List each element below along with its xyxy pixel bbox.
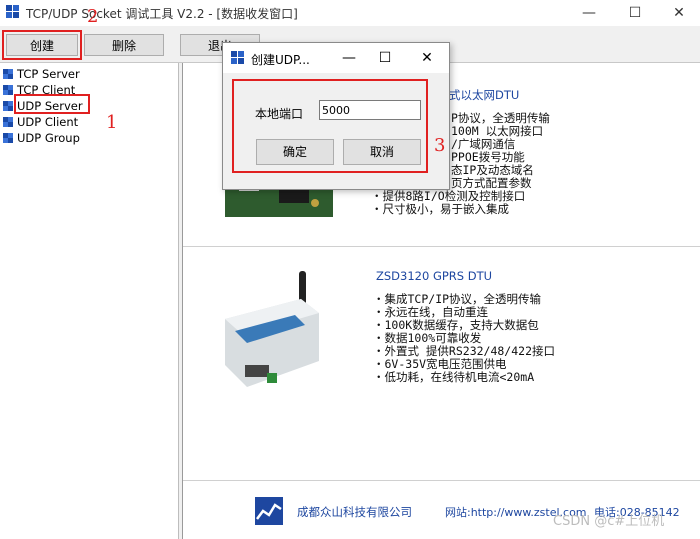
dialog-title-bar: 创建UDP... — ☐ ✕ — [223, 43, 449, 73]
node-icon — [3, 85, 13, 95]
annotation-box-udp-server — [14, 94, 90, 114]
product1-title: 式以太网DTU — [449, 88, 520, 102]
node-icon — [3, 101, 13, 111]
separator — [183, 246, 700, 247]
tree-item-tcp-server[interactable]: TCP Server — [3, 66, 80, 82]
node-icon — [3, 69, 13, 79]
dialog-minimize-button[interactable]: — — [331, 45, 367, 71]
product2-feature: ・低功耗，在线待机电流<20mA — [373, 370, 535, 384]
annotation-number: 2 — [87, 6, 99, 27]
tree-item-label: TCP Server — [17, 67, 80, 81]
company-name: 成都众山科技有限公司 — [297, 505, 412, 519]
dialog-maximize-button[interactable]: ☐ — [367, 45, 403, 71]
separator — [183, 480, 700, 481]
node-icon — [3, 133, 13, 143]
company-logo — [255, 497, 283, 525]
tree-item-udp-client[interactable]: UDP Client — [3, 114, 78, 130]
annotation-number: 3 — [434, 135, 446, 156]
title-bar: TCP/UDP Socket 调试工具 V2.2 - [数据收发窗口] — ☐ … — [0, 0, 700, 26]
product1-feature: ・尺寸极小，易于嵌入集成 — [371, 202, 509, 216]
annotation-number: 1 — [106, 112, 118, 133]
annotation-box-dialog — [232, 79, 428, 173]
close-button[interactable]: ✕ — [656, 0, 700, 26]
delete-button[interactable]: 删除 — [84, 34, 164, 56]
annotation-box-create — [2, 30, 82, 60]
minimize-button[interactable]: — — [566, 0, 612, 26]
maximize-button[interactable]: ☐ — [612, 0, 658, 26]
app-icon — [6, 5, 20, 19]
window-title: TCP/UDP Socket 调试工具 V2.2 - [数据收发窗口] — [26, 7, 298, 21]
dialog-title: 创建UDP... — [251, 53, 310, 67]
watermark: CSDN @c#上位机 — [553, 514, 665, 529]
node-icon — [3, 117, 13, 127]
product2-title: ZSD3120 GPRS DTU — [376, 269, 493, 283]
dialog-close-button[interactable]: ✕ — [409, 45, 445, 71]
tree-item-label: UDP Client — [17, 115, 79, 129]
gprs-dtu-image — [225, 271, 319, 387]
socket-tree: TCP Server TCP Client UDP Server UDP Cli… — [0, 63, 179, 539]
app-icon — [231, 51, 245, 65]
tree-item-label: UDP Group — [17, 131, 80, 145]
tree-item-udp-group[interactable]: UDP Group — [3, 130, 80, 146]
